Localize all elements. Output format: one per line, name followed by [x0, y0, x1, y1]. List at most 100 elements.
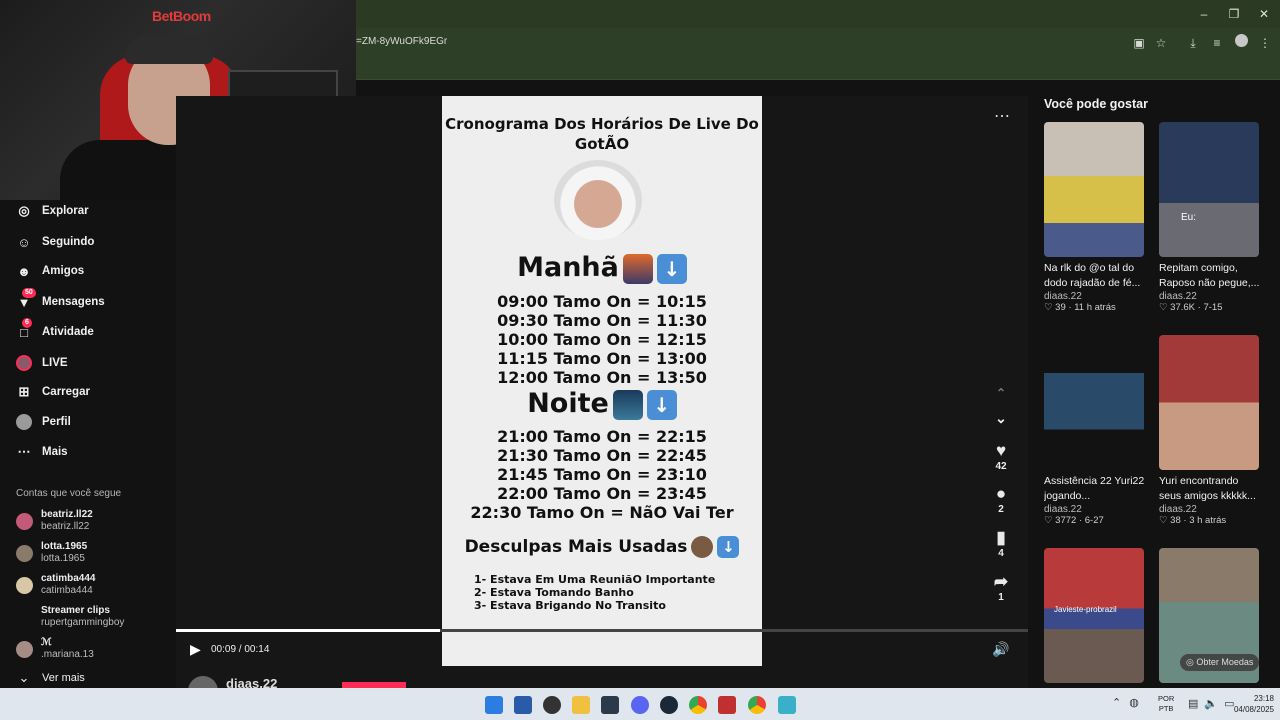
followed-account[interactable]: beatriz.ll22 beatriz.ll22	[16, 509, 93, 533]
sidebar-item-seguindo[interactable]: ☺ Seguindo	[16, 232, 94, 252]
app-icon[interactable]	[718, 696, 736, 714]
recommended-card[interactable]: Yuri encontrando seus amigos kkkkk... di…	[1159, 335, 1263, 526]
morning-line: 10:00 Tamo On = 12:15	[497, 330, 707, 349]
cast-icon[interactable]: ▣	[1130, 34, 1148, 52]
morning-heading: Manhã ↓	[442, 252, 762, 284]
activity-icon: □ 6	[16, 318, 32, 340]
account-handle: rupertgammingboy	[41, 617, 125, 628]
sidebar-item-mensagens[interactable]: ▼ 50 Mensagens	[16, 288, 105, 312]
sidebar-item-explorar[interactable]: ◎ Explorar	[16, 201, 88, 221]
sidebar-item-live[interactable]: LIVE	[16, 353, 68, 373]
sidebar-item-atividade[interactable]: □ 6 Atividade	[16, 318, 94, 342]
night-line: 21:00 Tamo On = 22:15	[497, 427, 707, 446]
following-section-title: Contas que você segue	[16, 488, 122, 499]
excuse-line: 1- Estava Em Uma ReuniãO Importante	[474, 573, 716, 586]
comment-button[interactable]: ● 2	[988, 484, 1014, 515]
morning-line: 12:00 Tamo On = 13:50	[497, 368, 707, 387]
system-tray-icons[interactable]: ⌃◍	[1112, 696, 1147, 709]
followed-account[interactable]: catimba444 catimba444	[16, 573, 95, 597]
folder-icon[interactable]	[572, 696, 590, 714]
card-user: diaas.22	[1044, 504, 1082, 515]
card-user: diaas.22	[1159, 504, 1197, 515]
sidebar-item-label: Mais	[42, 446, 68, 458]
next-video-icon[interactable]: ⌄	[988, 410, 1014, 427]
card-caption: Repitam comigo, Raposo não pegue,...	[1159, 262, 1260, 289]
app-icon[interactable]	[543, 696, 561, 714]
close-icon[interactable]: ✕	[1256, 6, 1272, 22]
sidebar-item-label: Carregar	[42, 386, 90, 398]
followed-account[interactable]: ℳ .mariana.13	[16, 637, 94, 661]
see-more-button[interactable]: ⌄ Ver mais	[16, 668, 85, 688]
card-caption: Na rlk do @o tal do dodo rajadão de fé..…	[1044, 262, 1141, 289]
chrome-icon[interactable]	[689, 696, 707, 714]
bookmark-star-icon[interactable]: ☆	[1152, 34, 1170, 52]
play-icon[interactable]: ▶	[190, 641, 206, 657]
more-options-icon[interactable]: ⋯	[994, 106, 1010, 126]
night-heading: Noite ↓	[442, 388, 762, 420]
sidebar-item-perfil[interactable]: Perfil	[16, 412, 71, 432]
progress-fill	[176, 629, 440, 632]
excuse-line: 2- Estava Tomando Banho	[474, 586, 634, 599]
recommended-card[interactable]: Na rlk do @o tal do dodo rajadão de fé..…	[1044, 122, 1148, 313]
account-handle: catimba444	[41, 585, 93, 596]
previous-video-icon[interactable]: ⌃	[988, 386, 1014, 400]
arrow-down-icon: ↓	[717, 536, 740, 558]
card-caption: Yuri encontrando seus amigos kkkkk...	[1159, 475, 1256, 502]
account-handle: .mariana.13	[41, 649, 94, 660]
playback-time: 00:09 / 00:14	[211, 644, 270, 655]
steam-icon[interactable]	[660, 696, 678, 714]
sidebar-item-label: Seguindo	[42, 236, 95, 248]
input-language[interactable]: POR PTB	[1158, 694, 1174, 714]
browser-menu-icon[interactable]: ⋮	[1256, 34, 1274, 52]
minimize-icon[interactable]: –	[1196, 6, 1212, 22]
share-button[interactable]: ➦ 1	[988, 572, 1014, 603]
avatar	[16, 544, 33, 562]
user-follow-icon: ☺	[17, 234, 31, 250]
card-user: diaas.22	[1044, 291, 1082, 302]
address-bar[interactable]: =ZM-8yWuOFk9EGr	[356, 36, 447, 47]
download-icon[interactable]: ⤓	[1184, 34, 1202, 52]
paper-plane-icon: ▼ 50	[16, 288, 36, 310]
share-icon: ➦	[993, 572, 1009, 591]
card-user: diaas.22	[1159, 291, 1197, 302]
recommended-title: Você pode gostar	[1044, 97, 1148, 111]
comment-icon: ●	[995, 484, 1007, 503]
sidebar-item-carregar[interactable]: ⊞ Carregar	[16, 382, 90, 402]
morning-line: 11:15 Tamo On = 13:00	[497, 349, 707, 368]
sidebar-item-mais[interactable]: ⋯ Mais	[16, 442, 68, 462]
terminal-icon[interactable]	[601, 696, 619, 714]
arrow-down-icon: ↓	[646, 389, 677, 420]
heart-icon: ♡	[1044, 515, 1053, 526]
followed-account[interactable]: lotta.1965 lotta.1965	[16, 541, 87, 565]
night-line: 22:00 Tamo On = 23:45	[497, 484, 707, 503]
clock[interactable]: 23:18 04/08/2025	[1230, 693, 1274, 715]
store-icon[interactable]	[514, 696, 532, 714]
recommended-card[interactable]: Assistência 22 Yuri22 jogando... diaas.2…	[1044, 335, 1148, 526]
discord-icon[interactable]	[631, 696, 649, 714]
sponsor-logo: BetBoom	[152, 8, 211, 24]
windows-start-icon[interactable]	[485, 696, 503, 714]
account-name: ℳ	[41, 637, 52, 648]
recommended-card[interactable]: Javieste-probrazil	[1044, 548, 1144, 683]
chrome-icon[interactable]	[748, 696, 766, 714]
card-meta: ♡ 37.6K · 7-15	[1159, 302, 1223, 313]
followed-account[interactable]: Streamer clips rupertgammingboy	[16, 605, 124, 629]
video-thumbnail	[1044, 122, 1144, 257]
video-frame[interactable]: Cronograma Dos Horários De Live Do GotÃO…	[442, 96, 762, 666]
upload-icon: ⊞	[18, 384, 30, 399]
recommended-card[interactable]: Eu: Repitam comigo, Raposo não pegue,...…	[1159, 122, 1263, 313]
get-coins-button[interactable]: ◎ Obter Moedas	[1180, 654, 1260, 671]
volume-icon[interactable]: 🔊	[992, 641, 1009, 658]
avatar	[16, 576, 33, 594]
notepad-icon[interactable]	[778, 696, 796, 714]
video-thumbnail	[1159, 335, 1259, 470]
save-button[interactable]: ▮ 4	[988, 528, 1014, 559]
like-button[interactable]: ♥ 42	[988, 441, 1014, 472]
restore-icon[interactable]: ❐	[1226, 6, 1242, 22]
account-name: lotta.1965	[41, 541, 88, 552]
reading-list-icon[interactable]: ≡	[1208, 34, 1226, 52]
more-icon: ⋯	[17, 444, 31, 459]
share-count: 1	[998, 592, 1004, 603]
profile-avatar-icon[interactable]	[1232, 34, 1250, 52]
sidebar-item-amigos[interactable]: ☻ Amigos	[16, 261, 84, 281]
